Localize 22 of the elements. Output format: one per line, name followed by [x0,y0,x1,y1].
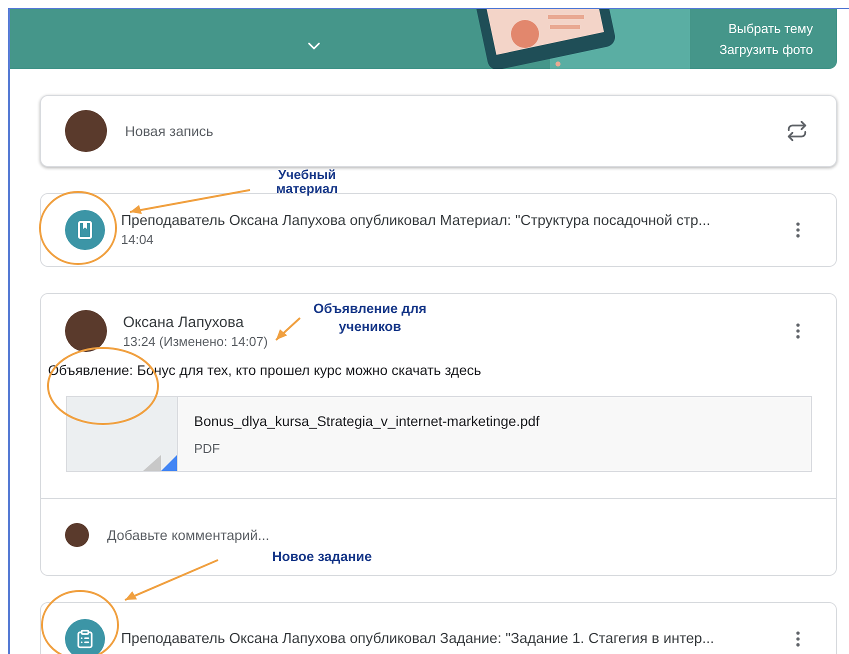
comment-field[interactable]: Добавьте комментарий... [105,526,812,544]
callout-label: Объявление для учеников [312,300,428,336]
post-title[interactable]: Преподаватель Оксана Лапухова опубликовал Задание: "Задание 1. Стагегия в интер... [121,631,714,647]
banner-link[interactable]: Загрузить фото [719,42,813,57]
avatar [65,310,107,352]
author-name: Оксана Лапухова [123,314,245,330]
new-post-field[interactable]: Новая запись [123,122,766,140]
callout-arrow [275,317,301,341]
post-time: 13:24 (Изменено: 14:07) [123,334,268,348]
callout-label: Новое задание [271,548,373,566]
post-title[interactable]: Преподаватель Оксана Лапухова опубликовал Материал: "Структура посадочной стр... [121,213,710,229]
clipboard-icon [65,619,105,654]
avatar [65,523,89,547]
attachment-card[interactable]: Bonus_dlya_kursa_Strategia_v_internet-marketinge.pdf PDF [66,396,812,472]
avatar [65,110,107,152]
new-post-card[interactable]: Новая запись [40,95,837,167]
stream-card[interactable]: Преподаватель Оксана Лапухова опубликовал Задание: "Задание 1. Стагегия в интер... [40,602,837,654]
attachment-type: PDF [194,440,221,456]
attachment-name[interactable]: Bonus_dlya_kursa_Strategia_v_internet-marketinge.pdf [194,412,540,428]
post-time: 14:04 [121,232,155,247]
banner-link[interactable]: Выбрать тему [728,21,813,36]
book-icon [65,210,105,250]
